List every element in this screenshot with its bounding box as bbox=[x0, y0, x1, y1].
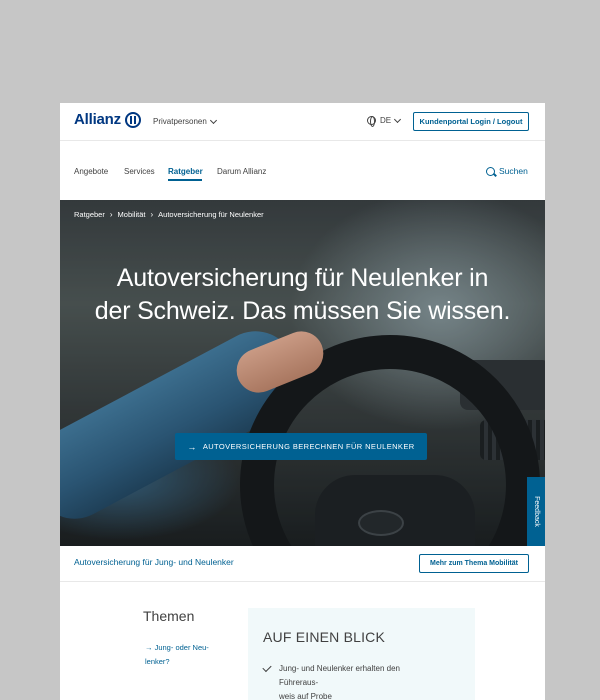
nav-item-ratgeber[interactable]: Ratgeber bbox=[168, 167, 203, 176]
themen-heading: Themen bbox=[143, 608, 195, 624]
glance-item-line-1: Jung- und Neulenker erhalten den Führera… bbox=[279, 664, 400, 687]
active-nav-indicator bbox=[168, 179, 202, 181]
globe-icon bbox=[367, 116, 376, 127]
search-button[interactable]: Suchen bbox=[486, 166, 528, 176]
at-a-glance-heading: AUF EINEN BLICK bbox=[263, 629, 386, 645]
at-a-glance-box: AUF EINEN BLICK Jung- und Neulenker erha… bbox=[248, 608, 475, 700]
segment-selector[interactable]: Privatpersonen bbox=[153, 116, 217, 126]
calculate-insurance-button[interactable]: → AUTOVERSICHERUNG BERECHNEN FÜR NEULENK… bbox=[175, 433, 427, 460]
section-subheader: Autoversicherung für Jung- und Neulenker… bbox=[60, 546, 545, 582]
breadcrumb: Ratgeber › Mobilität › Autoversicherung … bbox=[74, 210, 264, 219]
glance-item-line-2: weis auf Probe bbox=[279, 692, 332, 700]
themen-link-text-1: Jung- oder Neu- bbox=[154, 643, 209, 652]
page-title-line-2: der Schweiz. Das müssen Sie wissen. bbox=[94, 297, 511, 325]
page-title: Autoversicherung für Neulenker in der Sc… bbox=[80, 262, 525, 328]
search-icon bbox=[486, 166, 495, 176]
list-item: Jung- und Neulenker erhalten den Führera… bbox=[262, 662, 439, 700]
customer-portal-button[interactable]: Kundenportal Login / Logout bbox=[413, 112, 529, 131]
nav-item-services[interactable]: Services bbox=[124, 167, 155, 176]
top-bar: Allianz Privatpersonen DE Kundenportal L… bbox=[60, 103, 545, 141]
feedback-tab[interactable]: Feedback bbox=[527, 477, 545, 546]
hero-banner: Ratgeber › Mobilität › Autoversicherung … bbox=[60, 200, 545, 546]
breadcrumb-item-current: Autoversicherung für Neulenker bbox=[158, 210, 264, 219]
arrow-right-icon: → bbox=[187, 441, 197, 452]
chevron-down-icon bbox=[394, 115, 402, 123]
check-icon bbox=[262, 662, 272, 673]
nav-item-darum-allianz[interactable]: Darum Allianz bbox=[217, 167, 266, 176]
themen-link-text-2: lenker? bbox=[145, 657, 170, 666]
chevron-right-icon: › bbox=[109, 210, 113, 219]
arrow-right-icon: → bbox=[145, 643, 155, 652]
glance-item-text: Jung- und Neulenker erhalten den Führera… bbox=[279, 662, 439, 700]
section-title: Autoversicherung für Jung- und Neulenker bbox=[74, 557, 234, 567]
cta-label: AUTOVERSICHERUNG BERECHNEN FÜR NEULENKER bbox=[202, 442, 415, 451]
breadcrumb-item-ratgeber[interactable]: Ratgeber bbox=[74, 210, 105, 219]
allianz-logo[interactable]: Allianz bbox=[74, 111, 141, 128]
feedback-label: Feedback bbox=[532, 496, 540, 527]
chevron-down-icon bbox=[209, 116, 217, 124]
page-title-line-1: Autoversicherung für Neulenker in bbox=[116, 264, 489, 292]
main-navigation: Angebote Services Ratgeber Darum Allianz… bbox=[60, 141, 545, 199]
breadcrumb-item-mobilitaet[interactable]: Mobilität bbox=[118, 210, 146, 219]
chevron-right-icon: › bbox=[150, 210, 154, 219]
segment-label: Privatpersonen bbox=[153, 117, 207, 126]
search-label: Suchen bbox=[499, 166, 528, 176]
hero-image-emblem bbox=[358, 510, 404, 536]
web-page: Allianz Privatpersonen DE Kundenportal L… bbox=[60, 103, 545, 700]
allianz-logo-icon bbox=[124, 111, 141, 128]
themen-link-jung-neulenker[interactable]: → Jung- oder Neu- lenker? bbox=[145, 641, 225, 669]
language-selector[interactable]: DE bbox=[367, 115, 402, 127]
nav-item-angebote[interactable]: Angebote bbox=[74, 167, 108, 176]
more-mobility-button[interactable]: Mehr zum Thema Mobilität bbox=[419, 554, 529, 573]
language-label: DE bbox=[380, 116, 392, 125]
content-area: Themen → Jung- oder Neu- lenker? AUF EIN… bbox=[60, 583, 545, 700]
hero-image-wheel-hub bbox=[315, 475, 475, 546]
brand-name: Allianz bbox=[74, 111, 121, 128]
